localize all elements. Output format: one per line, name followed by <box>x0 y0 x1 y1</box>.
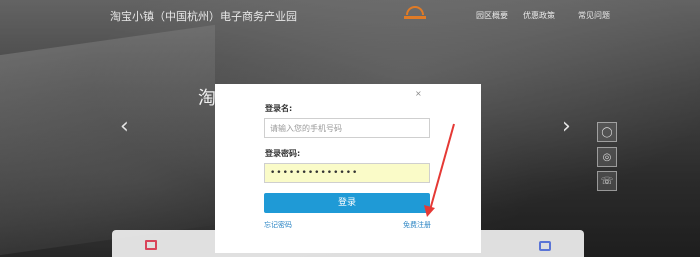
logo-icon[interactable] <box>404 6 426 20</box>
nav-item-faq[interactable]: 常见问题 <box>578 10 610 21</box>
register-link[interactable]: 免费注册 <box>403 220 431 230</box>
hero-text: 淘 <box>198 88 216 109</box>
qq-icon[interactable]: ◯ <box>597 122 617 142</box>
phone-icon[interactable]: ☏ <box>597 171 617 191</box>
password-input[interactable]: •••••••••••••• <box>264 163 430 183</box>
nav-item-policy[interactable]: 优惠政策 <box>523 10 555 21</box>
card-icon[interactable] <box>145 240 157 250</box>
wechat-icon[interactable]: ◎ <box>597 147 617 167</box>
grid-icon[interactable] <box>539 241 551 251</box>
username-label: 登录名: <box>265 104 293 113</box>
login-button[interactable]: 登录 <box>264 193 430 213</box>
username-input[interactable] <box>264 118 430 138</box>
login-modal: × 登录名: 登录密码: •••••••••••••• 登录 忘记密码 免费注册 <box>215 84 481 253</box>
chevron-right-icon[interactable]: › <box>562 116 571 138</box>
logo-bar <box>404 16 426 19</box>
site-title[interactable]: 淘宝小镇（中国杭州）电子商务产业园 <box>110 8 297 24</box>
chevron-left-icon[interactable]: ‹ <box>120 116 129 138</box>
password-label: 登录密码: <box>265 149 301 158</box>
logo-arc <box>406 6 424 15</box>
forgot-password-link[interactable]: 忘记密码 <box>264 220 292 230</box>
close-icon[interactable]: × <box>415 89 422 98</box>
nav-item-overview[interactable]: 园区概要 <box>476 10 508 21</box>
